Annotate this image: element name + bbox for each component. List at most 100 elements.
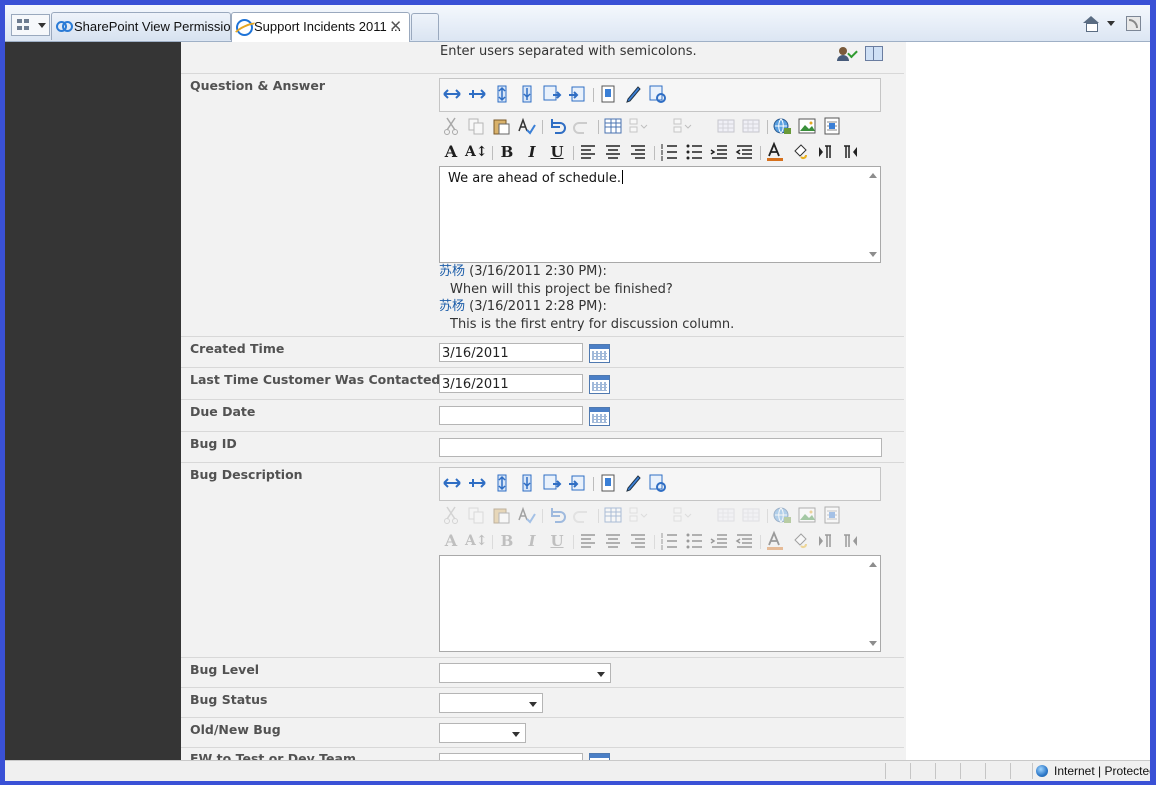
tab-list-dropdown[interactable] xyxy=(35,14,50,36)
bd-bold-button[interactable]: B xyxy=(496,530,518,552)
qa-bulleted-list-icon[interactable] xyxy=(683,141,705,163)
qa-italic-button[interactable]: I xyxy=(521,141,543,163)
scroll-up-arrow[interactable] xyxy=(869,173,877,178)
home-icon[interactable] xyxy=(1083,16,1099,32)
bd-insert-table-icon[interactable] xyxy=(602,504,624,526)
qa-spellcheck-icon[interactable] xyxy=(515,115,537,137)
created-time-input[interactable]: 3/16/2011 xyxy=(439,343,583,362)
qa-insert-row-above-icon[interactable] xyxy=(491,83,513,105)
check-names-icon[interactable] xyxy=(837,46,859,62)
calendar-icon[interactable] xyxy=(589,407,610,426)
qa-split-cells-icon[interactable] xyxy=(740,115,762,137)
bug-description-textarea[interactable] xyxy=(439,555,881,652)
close-tab-icon[interactable]: ✕ xyxy=(389,17,402,35)
qa-copy-icon[interactable] xyxy=(465,115,487,137)
qa-edit-link-icon[interactable] xyxy=(622,83,644,105)
bd-align-center-icon[interactable] xyxy=(602,530,624,552)
bd-ltr-icon[interactable] xyxy=(441,472,463,494)
bd-align-right-icon[interactable] xyxy=(627,530,649,552)
bd-table-rows-icon[interactable] xyxy=(627,504,649,526)
qa-insert-image-icon[interactable] xyxy=(796,115,818,137)
qa-rtl-paragraph-icon[interactable] xyxy=(839,141,861,163)
bd-redo-icon[interactable] xyxy=(571,504,593,526)
tab-sharepoint-view-permissions[interactable]: SharePoint View Permissio... xyxy=(51,12,241,40)
bd-underline-button[interactable]: U xyxy=(546,530,568,552)
qa-font-icon[interactable]: A xyxy=(440,141,462,163)
bug-status-select[interactable] xyxy=(439,693,543,713)
bd-page-icon[interactable] xyxy=(597,472,619,494)
vertical-scrollbar[interactable] xyxy=(865,556,880,651)
bug-level-select[interactable] xyxy=(439,663,611,683)
bd-insert-column-left-icon[interactable] xyxy=(566,472,588,494)
calendar-icon[interactable] xyxy=(589,344,610,363)
qa-background-color-icon[interactable] xyxy=(789,141,811,163)
due-date-input[interactable] xyxy=(439,406,583,425)
qa-insert-hyperlink-icon[interactable] xyxy=(771,115,793,137)
scroll-down-arrow[interactable] xyxy=(869,252,877,257)
qa-rtl-icon[interactable] xyxy=(466,83,488,105)
qa-align-right-icon[interactable] xyxy=(627,141,649,163)
bd-bulleted-list-icon[interactable] xyxy=(683,530,705,552)
scroll-up-arrow[interactable] xyxy=(869,562,877,567)
bd-reusable-content-icon[interactable] xyxy=(821,504,843,526)
bd-background-color-icon[interactable] xyxy=(789,530,811,552)
qa-ltr-icon[interactable] xyxy=(441,83,463,105)
qa-undo-icon[interactable] xyxy=(546,115,568,137)
bd-merge-cells-icon[interactable] xyxy=(715,504,737,526)
scroll-down-arrow[interactable] xyxy=(869,641,877,646)
bd-link-icon[interactable] xyxy=(647,472,669,494)
bd-insert-column-icon[interactable] xyxy=(541,472,563,494)
qa-cut-icon[interactable] xyxy=(440,115,462,137)
bd-increase-indent-icon[interactable] xyxy=(733,530,755,552)
bug-id-input[interactable] xyxy=(439,438,882,457)
last-contacted-input[interactable]: 3/16/2011 xyxy=(439,374,583,393)
history-author-link[interactable]: 苏杨 xyxy=(439,299,465,314)
question-answer-textarea[interactable]: We are ahead of schedule. xyxy=(439,166,881,263)
bd-insert-row-above-icon[interactable] xyxy=(491,472,513,494)
bd-align-left-icon[interactable] xyxy=(577,530,599,552)
bd-paste-icon[interactable] xyxy=(490,504,512,526)
bd-ltr-paragraph-icon[interactable] xyxy=(814,530,836,552)
bd-copy-icon[interactable] xyxy=(465,504,487,526)
qa-align-center-icon[interactable] xyxy=(602,141,624,163)
bd-rtl-paragraph-icon[interactable] xyxy=(839,530,861,552)
qa-ltr-paragraph-icon[interactable] xyxy=(814,141,836,163)
qa-insert-column-left-icon[interactable] xyxy=(566,83,588,105)
quick-tabs-button[interactable] xyxy=(11,14,37,36)
calendar-icon[interactable] xyxy=(589,375,610,394)
qa-bold-button[interactable]: B xyxy=(496,141,518,163)
qa-page-icon[interactable] xyxy=(597,83,619,105)
qa-reusable-content-icon[interactable] xyxy=(821,115,843,137)
bd-insert-image-icon[interactable] xyxy=(796,504,818,526)
bd-font-color-icon[interactable] xyxy=(764,530,786,552)
bd-rtl-icon[interactable] xyxy=(466,472,488,494)
bd-insert-row-below-icon[interactable] xyxy=(516,472,538,494)
qa-merge-cells-icon[interactable] xyxy=(715,115,737,137)
qa-decrease-indent-icon[interactable] xyxy=(708,141,730,163)
old-new-bug-select[interactable] xyxy=(439,723,526,743)
bd-undo-icon[interactable] xyxy=(546,504,568,526)
bd-italic-button[interactable]: I xyxy=(521,530,543,552)
bd-font-icon[interactable]: A xyxy=(440,530,462,552)
bd-cut-icon[interactable] xyxy=(440,504,462,526)
qa-table-rows-icon[interactable] xyxy=(627,115,649,137)
new-tab-button[interactable] xyxy=(411,13,439,40)
qa-redo-icon[interactable] xyxy=(571,115,593,137)
tab-support-incidents[interactable]: Support Incidents 2011 ... ✕ xyxy=(231,12,410,42)
bd-table-columns-icon[interactable] xyxy=(671,504,693,526)
home-dropdown[interactable] xyxy=(1107,21,1115,26)
qa-increase-indent-icon[interactable] xyxy=(733,141,755,163)
qa-insert-table-icon[interactable] xyxy=(602,115,624,137)
vertical-scrollbar[interactable] xyxy=(865,167,880,262)
bd-spellcheck-icon[interactable] xyxy=(515,504,537,526)
feeds-icon[interactable] xyxy=(1126,16,1141,31)
bd-split-cells-icon[interactable] xyxy=(740,504,762,526)
qa-font-size-icon[interactable]: A↕ xyxy=(465,141,488,163)
qa-align-left-icon[interactable] xyxy=(577,141,599,163)
bd-edit-link-icon[interactable] xyxy=(622,472,644,494)
qa-table-columns-icon[interactable] xyxy=(671,115,693,137)
qa-link-icon[interactable] xyxy=(647,83,669,105)
bd-font-size-icon[interactable]: A↕ xyxy=(465,530,488,552)
qa-insert-row-below-icon[interactable] xyxy=(516,83,538,105)
qa-numbered-list-icon[interactable] xyxy=(658,141,680,163)
